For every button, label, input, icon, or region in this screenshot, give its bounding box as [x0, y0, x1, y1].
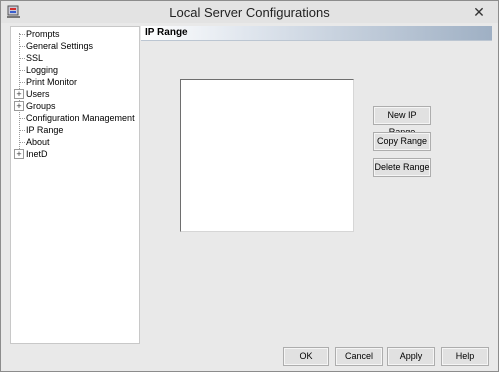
expand-plus-icon[interactable]: +	[14, 101, 24, 111]
tree-item-label: Groups	[26, 101, 56, 111]
tree-item-label: Prompts	[26, 29, 60, 39]
ok-button[interactable]: OK	[283, 347, 329, 366]
help-button[interactable]: Help	[441, 347, 489, 366]
copy-range-button[interactable]: Copy Range	[373, 132, 431, 151]
new-ip-range-button[interactable]: New IP Range	[373, 106, 431, 137]
tree-item-label: SSL	[26, 53, 44, 63]
panel-title: IP Range	[145, 27, 188, 38]
tree-item-label: Logging	[26, 65, 59, 75]
tree-item-label: InetD	[26, 149, 48, 159]
window-title: Local Server Configurations	[169, 5, 330, 20]
settings-tree: Prompts General Settings SSL Logging Pri…	[10, 26, 140, 344]
tree-item-label: About	[26, 137, 50, 147]
dialog-window: Local Server Configurations ✕ Prompts Ge…	[0, 0, 499, 372]
tree-item-label: Configuration Management	[26, 113, 135, 123]
tree-item-label: IP Range	[26, 125, 64, 135]
panel-header: IP Range	[141, 26, 492, 41]
tree-item-label: Users	[26, 89, 50, 99]
cancel-button[interactable]: Cancel	[335, 347, 383, 366]
title-bar: Local Server Configurations ✕	[1, 1, 498, 23]
close-icon[interactable]: ✕	[470, 3, 488, 21]
apply-button[interactable]: Apply	[387, 347, 435, 366]
delete-range-button[interactable]: Delete Range	[373, 158, 431, 177]
expand-plus-icon[interactable]: +	[14, 149, 24, 159]
ip-range-panel: IP Range New IP Range Copy Range Delete …	[141, 26, 493, 342]
ip-range-list[interactable]	[180, 79, 354, 232]
expand-plus-icon[interactable]: +	[14, 89, 24, 99]
tree-item-label: Print Monitor	[26, 77, 78, 87]
tree-item-label: General Settings	[26, 41, 94, 51]
